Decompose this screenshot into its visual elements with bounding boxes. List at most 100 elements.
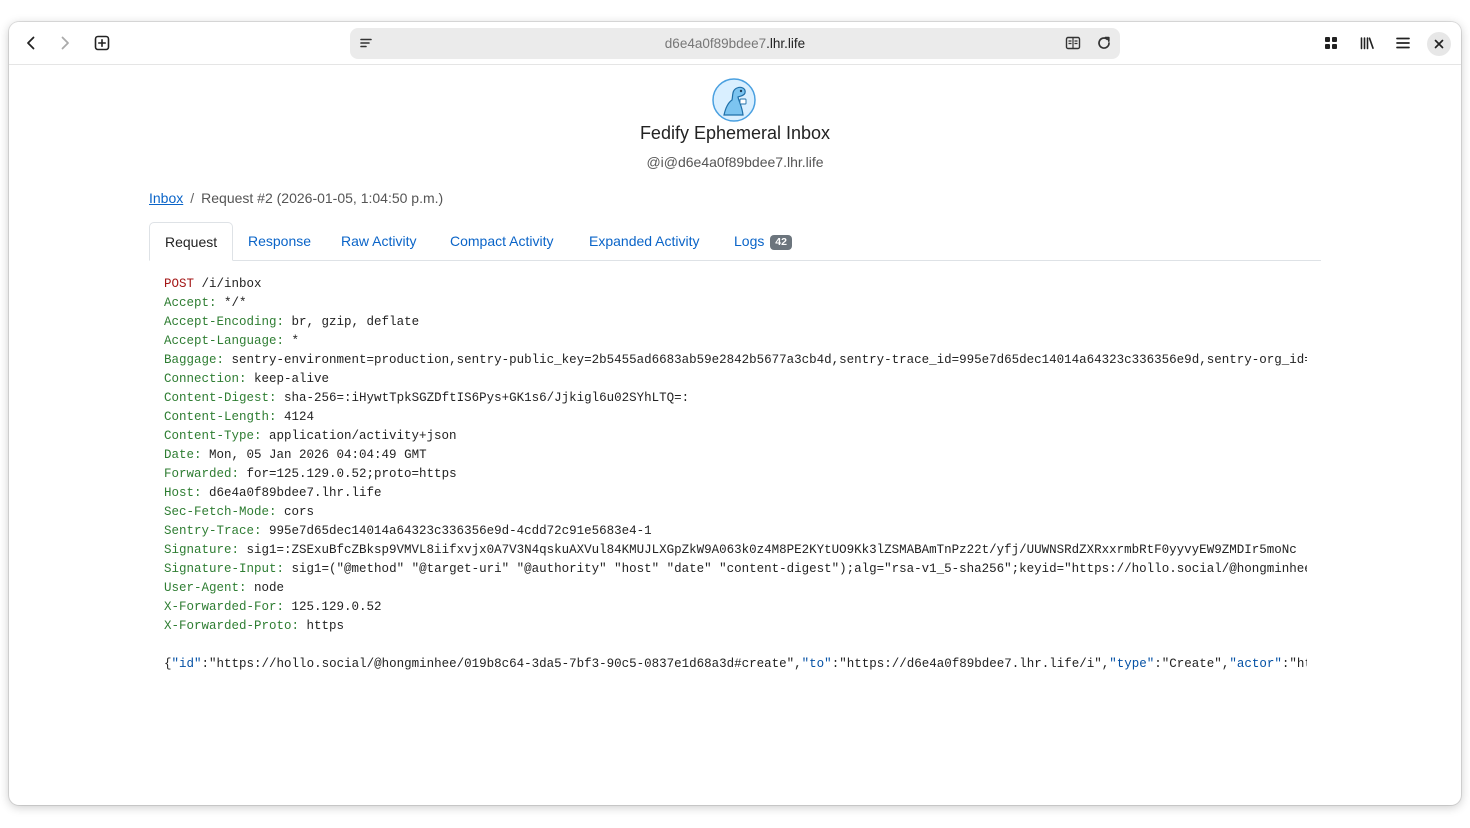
address-bar[interactable]: d6e4a0f89bdee7.lhr.life — [350, 28, 1120, 59]
body-val-type: "Create" — [1161, 657, 1222, 671]
dinosaur-logo-icon — [712, 78, 756, 122]
breadcrumb: Inbox / Request #2 (2026-01-05, 1:04:50 p.… — [149, 190, 443, 206]
reader-view-icon — [1065, 36, 1081, 50]
header-colon: : — [194, 448, 210, 462]
new-tab-button[interactable] — [88, 29, 116, 57]
reload-button[interactable] — [1096, 35, 1112, 51]
tab-logs-label: Logs — [734, 233, 765, 249]
body-val-id: "https://hollo.social/@hongminhee/019b8c… — [209, 657, 795, 671]
header-colon: : — [269, 505, 285, 519]
body-colon: : — [201, 657, 210, 671]
logs-count-badge: 42 — [770, 235, 792, 250]
header-line: Baggage: sentry-environment=production,s… — [164, 351, 1307, 370]
header-line: Sec-Fetch-Mode: cors — [164, 503, 1307, 522]
header-line: Accept-Encoding: br, gzip, deflate — [164, 313, 1307, 332]
header-line: Accept-Language: * — [164, 332, 1307, 351]
header-value: br, gzip, deflate — [291, 315, 420, 329]
header-colon: : — [231, 467, 247, 481]
close-window-button[interactable] — [1427, 32, 1451, 56]
header-name: Accept-Language — [164, 334, 277, 348]
header-value: node — [254, 581, 285, 595]
header-line: Date: Mon, 05 Jan 2026 04:04:49 GMT — [164, 446, 1307, 465]
reload-icon — [1098, 36, 1110, 49]
body-key-to: "to" — [801, 657, 832, 671]
body-val-actor: "https://hollo.social/@hongminhee" — [1289, 657, 1307, 671]
site-title: Fedify Ephemeral Inbox — [639, 123, 831, 143]
library-icon — [1360, 37, 1374, 50]
header-line: Forwarded: for=125.129.0.52;proto=https — [164, 465, 1307, 484]
browser-toolbar: d6e4a0f89bdee7.lhr.life — [9, 22, 1461, 65]
url-text[interactable]: d6e4a0f89bdee7.lhr.life — [350, 28, 1120, 59]
request-body: {"id":"https://hollo.social/@hongminhee/… — [164, 655, 1307, 674]
header-value: sentry-environment=production,sentry-pub… — [231, 353, 1307, 367]
header-colon: : — [239, 581, 255, 595]
header-value: 995e7d65dec14014a64323c336356e9d-4cdd72c… — [269, 524, 652, 538]
request-dump: POST /i/inbox Accept: */* Accept-Encoding… — [164, 275, 1307, 674]
browser-window: d6e4a0f89bdee7.lhr.life Fedify Ephemeral… — [9, 22, 1461, 805]
header-colon: : — [291, 619, 307, 633]
header-line: Signature: sig1=:ZSExuBfcZBksp9VMVL8iifx… — [164, 541, 1307, 560]
header-value: keep-alive — [254, 372, 330, 386]
header-name: Sentry-Trace — [164, 524, 255, 538]
header-colon: : — [239, 372, 255, 386]
header-colon: : — [216, 353, 232, 367]
menu-button[interactable] — [1389, 29, 1417, 57]
site-handle: @i@d6e4a0f89bdee7.lhr.life — [646, 154, 824, 170]
hamburger-menu-icon — [1396, 37, 1410, 49]
header-line: X-Forwarded-Proto: https — [164, 617, 1307, 636]
header-name: Sec-Fetch-Mode — [164, 505, 270, 519]
tab-response[interactable]: Response — [233, 222, 326, 260]
new-tab-icon — [94, 35, 110, 51]
tab-expanded-activity[interactable]: Expanded Activity — [574, 222, 715, 260]
library-button[interactable] — [1353, 29, 1381, 57]
header-name: Host — [164, 486, 195, 500]
header-value: sha-256=:iHywtTpkSGZDftIS6Pys+GK1s6/Jjki… — [284, 391, 690, 405]
body-key-actor: "actor" — [1229, 657, 1282, 671]
header-line: Host: d6e4a0f89bdee7.lhr.life — [164, 484, 1307, 503]
forward-button[interactable] — [51, 29, 79, 57]
header-value: */* — [224, 296, 247, 310]
tab-overview-button[interactable] — [1317, 29, 1345, 57]
breadcrumb-inbox-link[interactable]: Inbox — [149, 190, 183, 206]
header-line: Content-Type: application/activity+json — [164, 427, 1307, 446]
header-name: Signature-Input — [164, 562, 277, 576]
body-colon: : — [1154, 657, 1162, 671]
header-value: https — [306, 619, 345, 633]
tab-bar: Request Response Raw Activity Compact Ac… — [149, 222, 1321, 261]
tab-raw-activity[interactable]: Raw Activity — [326, 222, 431, 260]
header-name: Content-Length — [164, 410, 270, 424]
header-line: Connection: keep-alive — [164, 370, 1307, 389]
breadcrumb-current: Request #2 (2026-01-05, 1:04:50 p.m.) — [201, 190, 444, 206]
page-content: Fedify Ephemeral Inbox @i@d6e4a0f89bdee7… — [9, 65, 1461, 805]
header-colon: : — [269, 391, 285, 405]
body-key-id: "id" — [171, 657, 202, 671]
back-button[interactable] — [17, 29, 45, 57]
header-colon: : — [269, 410, 285, 424]
header-value: * — [291, 334, 300, 348]
body-comma: , — [794, 657, 802, 671]
tab-request[interactable]: Request — [149, 222, 234, 261]
header-colon: : — [194, 486, 210, 500]
reader-view-button[interactable] — [1065, 35, 1081, 51]
header-colon: : — [276, 562, 292, 576]
header-value: for=125.129.0.52;proto=https — [246, 467, 457, 481]
request-path: /i/inbox — [194, 277, 262, 291]
tab-compact-activity[interactable]: Compact Activity — [435, 222, 568, 260]
body-val-to: "https://d6e4a0f89bdee7.lhr.life/i" — [839, 657, 1102, 671]
header-value: sig1=:ZSExuBfcZBksp9VMVL8iifxvjx0A7V3N4q… — [246, 543, 1297, 557]
header-line: Signature-Input: sig1=("@method" "@targe… — [164, 560, 1307, 579]
header-value: 4124 — [284, 410, 315, 424]
header-name: Content-Digest — [164, 391, 270, 405]
header-line: Content-Length: 4124 — [164, 408, 1307, 427]
header-name: Accept-Encoding — [164, 315, 277, 329]
header-value: application/activity+json — [269, 429, 457, 443]
tab-logs[interactable]: Logs 42 — [719, 222, 807, 260]
header-colon: : — [254, 429, 270, 443]
header-name: Forwarded — [164, 467, 232, 481]
breadcrumb-separator: / — [190, 190, 195, 206]
url-host: .lhr.life — [766, 36, 806, 51]
close-icon — [1434, 39, 1444, 49]
site-avatar — [712, 78, 756, 122]
url-prefix: d6e4a0f89bdee7 — [664, 36, 767, 51]
